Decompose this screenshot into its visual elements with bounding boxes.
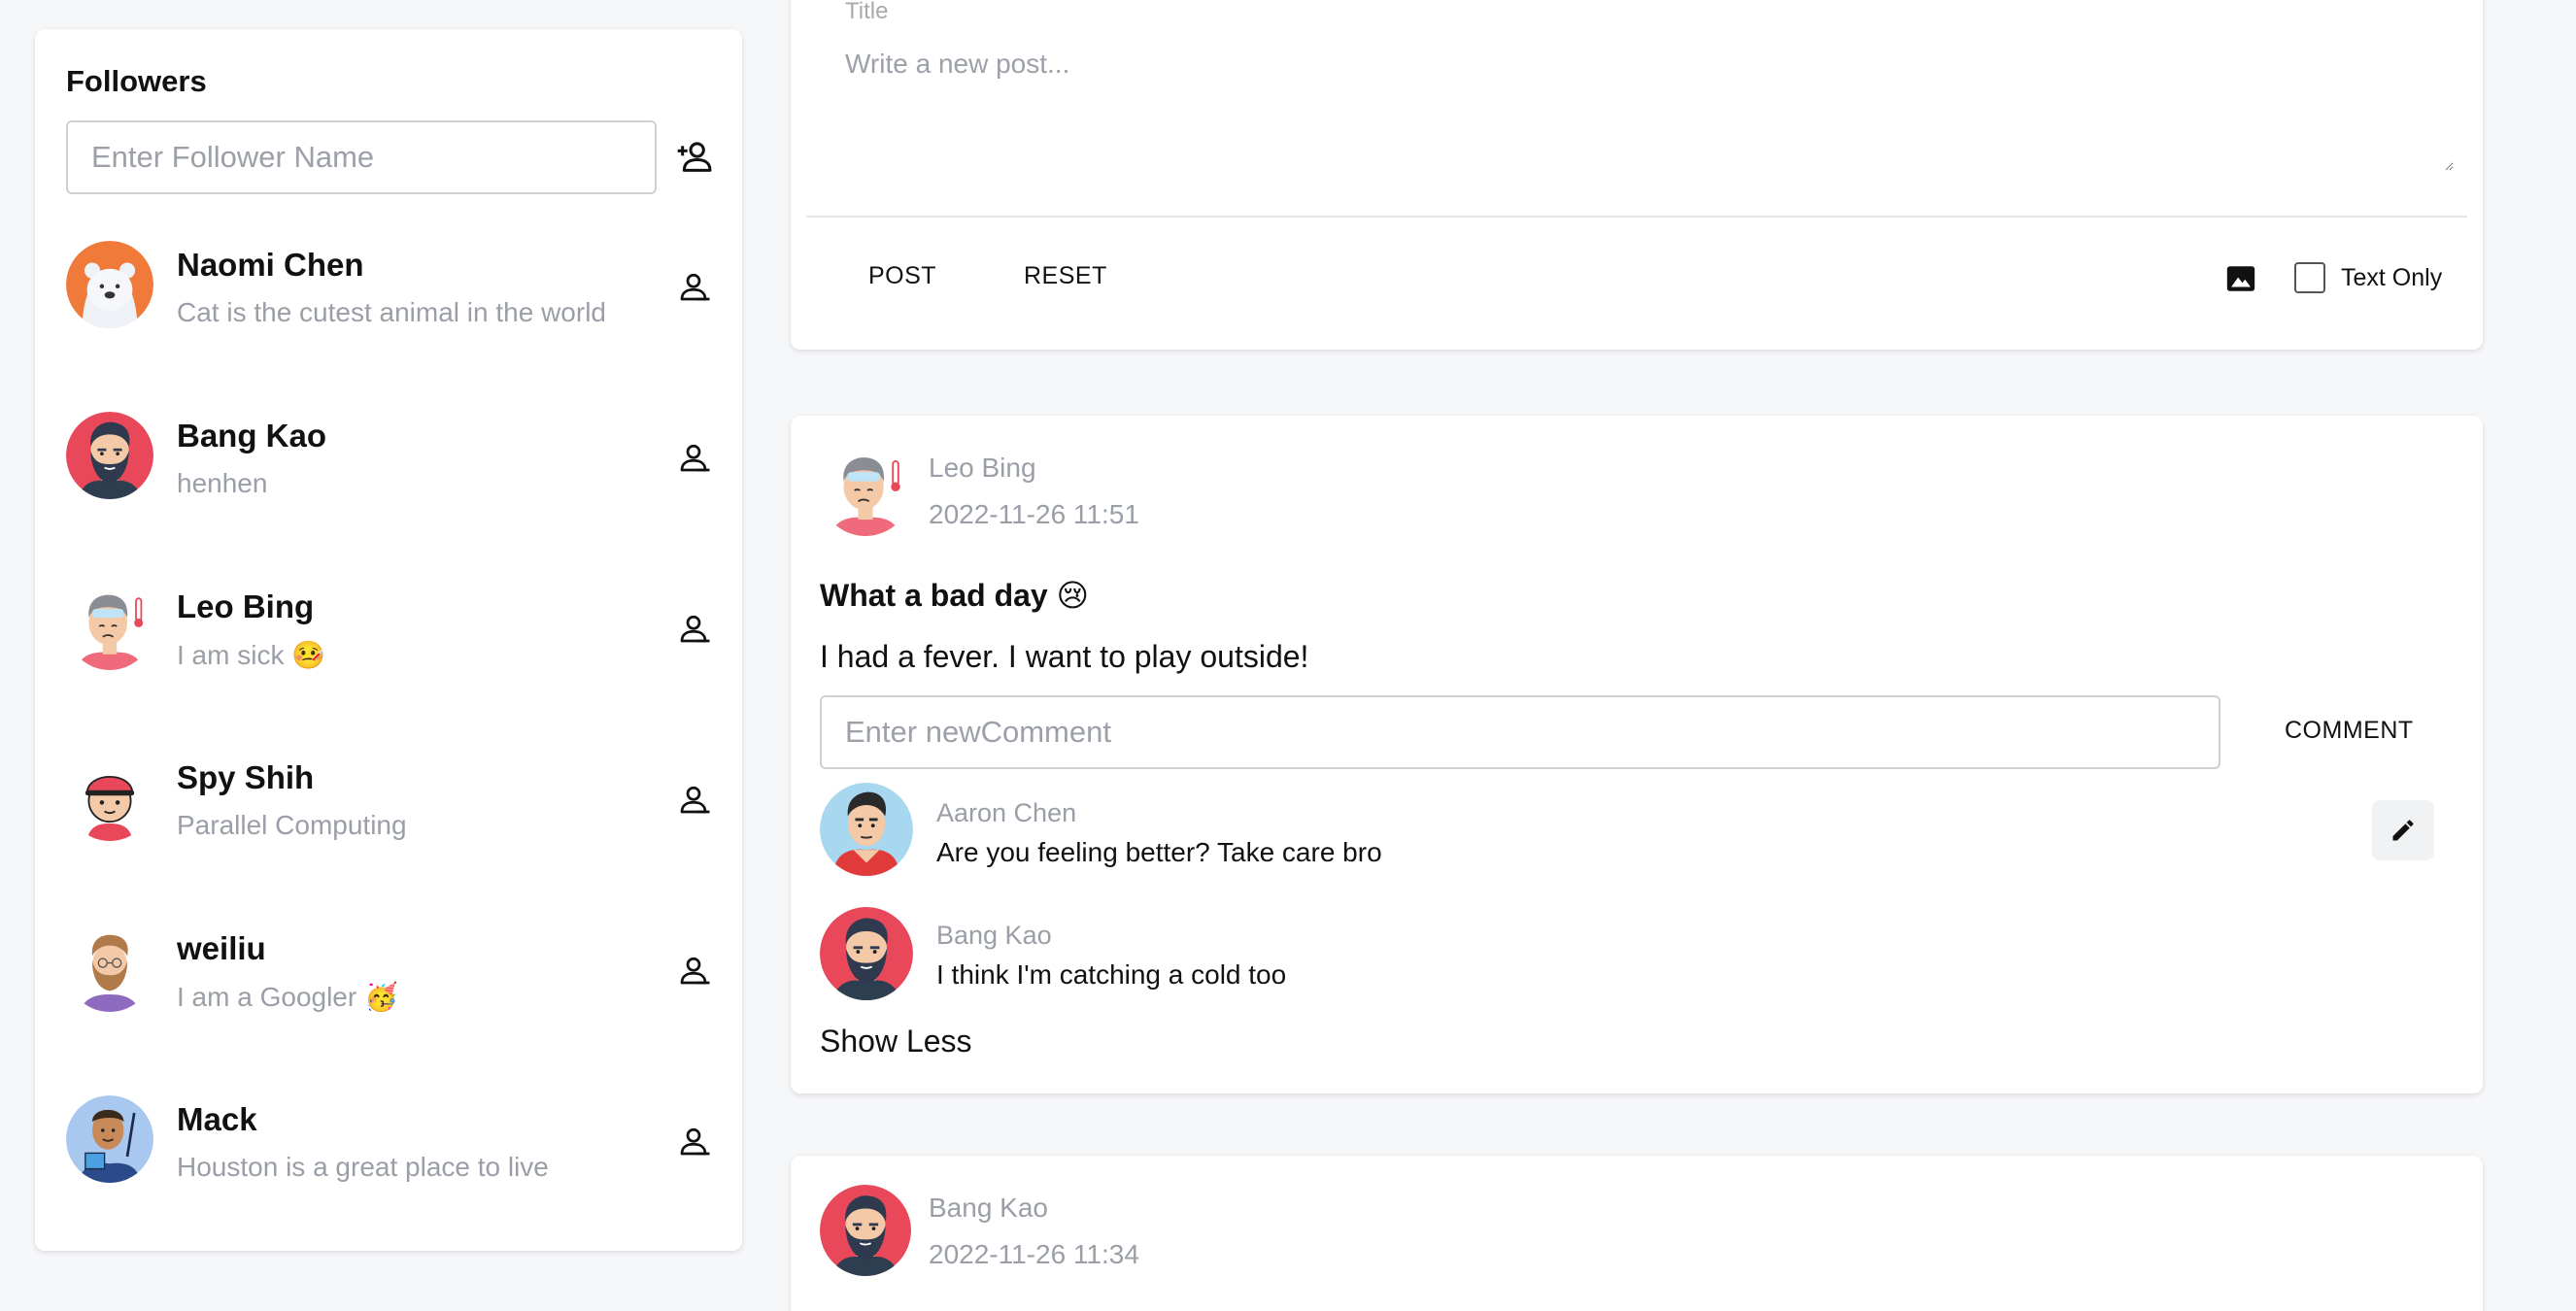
remove-follower-icon[interactable]	[676, 1125, 711, 1160]
remove-follower-icon[interactable]	[676, 612, 711, 647]
composer-divider	[806, 216, 2467, 218]
comment-text: Are you feeling better? Take care bro	[936, 837, 1382, 867]
cap-boy-avatar	[66, 754, 153, 841]
follower-status: I am sick 🤒	[177, 640, 326, 670]
follower-status: Parallel Computing	[177, 810, 407, 840]
follower-name: Bang Kao	[177, 418, 327, 454]
follower-name-input[interactable]	[66, 120, 657, 194]
image-upload-icon[interactable]	[2224, 262, 2257, 295]
bearded-man-avatar	[66, 412, 153, 499]
new-comment-input[interactable]	[820, 695, 2220, 769]
followers-title: Followers	[66, 64, 207, 98]
new-post-composer: Title POST RESET Text Only	[791, 0, 2483, 350]
follower-item: Naomi Chen Cat is the cutest animal in t…	[66, 241, 711, 334]
post-card: Bang Kao 2022-11-26 11:34	[791, 1156, 2483, 1311]
follower-status: Cat is the cutest animal in the world	[177, 297, 606, 327]
remove-follower-icon[interactable]	[676, 270, 711, 305]
bearded-man-avatar	[820, 1185, 911, 1276]
app-root: Followers Naomi Chen	[0, 0, 2576, 1311]
pencil-icon	[2392, 820, 2414, 841]
comment-author: Bang Kao	[936, 921, 1052, 950]
polar-bear-avatar	[66, 241, 153, 328]
post-timestamp: 2022-11-26 11:34	[929, 1239, 1139, 1269]
painter-avatar	[66, 1095, 153, 1183]
bearded-man-avatar	[820, 907, 913, 1000]
follower-item: Spy Shih Parallel Computing	[66, 754, 711, 847]
follower-name: weiliu	[177, 930, 266, 966]
remove-follower-icon[interactable]	[676, 954, 711, 989]
text-only-checkbox[interactable]	[2294, 262, 2325, 293]
show-less-link[interactable]: Show Less	[820, 1024, 972, 1059]
comment-author: Aaron Chen	[936, 798, 1077, 827]
follower-status: Houston is a great place to live	[177, 1152, 549, 1182]
follower-item: Leo Bing I am sick 🤒	[66, 583, 711, 676]
follower-item: Mack Houston is a great place to live	[66, 1095, 711, 1189]
new-post-textarea[interactable]	[845, 49, 2454, 171]
post-timestamp: 2022-11-26 11:51	[929, 499, 1139, 529]
add-follower-icon[interactable]	[676, 138, 715, 177]
comment-button[interactable]: COMMENT	[2285, 717, 2414, 745]
follower-status: henhen	[177, 468, 268, 498]
reset-button[interactable]: RESET	[1024, 262, 1107, 290]
remove-follower-icon[interactable]	[676, 783, 711, 818]
edit-comment-button[interactable]	[2372, 800, 2434, 860]
post-card: Leo Bing 2022-11-26 11:51 What a bad day…	[791, 416, 2483, 1093]
follower-name: Spy Shih	[177, 759, 315, 795]
sick-man-avatar	[820, 445, 911, 536]
remove-follower-icon[interactable]	[676, 441, 711, 476]
post-body: I had a fever. I want to play outside!	[820, 639, 1309, 674]
hoodie-man-avatar	[820, 783, 913, 876]
post-title-field-partial[interactable]: Title	[845, 0, 888, 25]
comment-text: I think I'm catching a cold too	[936, 959, 1287, 990]
post-author: Leo Bing	[929, 453, 1036, 483]
follower-item: Bang Kao henhen	[66, 412, 711, 505]
follower-item: weiliu I am a Googler 🥳	[66, 924, 711, 1018]
follower-name: Leo Bing	[177, 588, 315, 624]
followers-panel: Followers Naomi Chen	[35, 29, 742, 1251]
text-only-label: Text Only	[2341, 264, 2443, 291]
follower-name: Naomi Chen	[177, 247, 364, 283]
follower-name: Mack	[177, 1101, 257, 1137]
follower-status: I am a Googler 🥳	[177, 982, 398, 1012]
post-title: What a bad day 😢	[820, 578, 1089, 613]
post-author: Bang Kao	[929, 1193, 1048, 1223]
sick-man-avatar	[66, 583, 153, 670]
glasses-man-avatar	[66, 924, 153, 1012]
post-button[interactable]: POST	[868, 262, 936, 290]
